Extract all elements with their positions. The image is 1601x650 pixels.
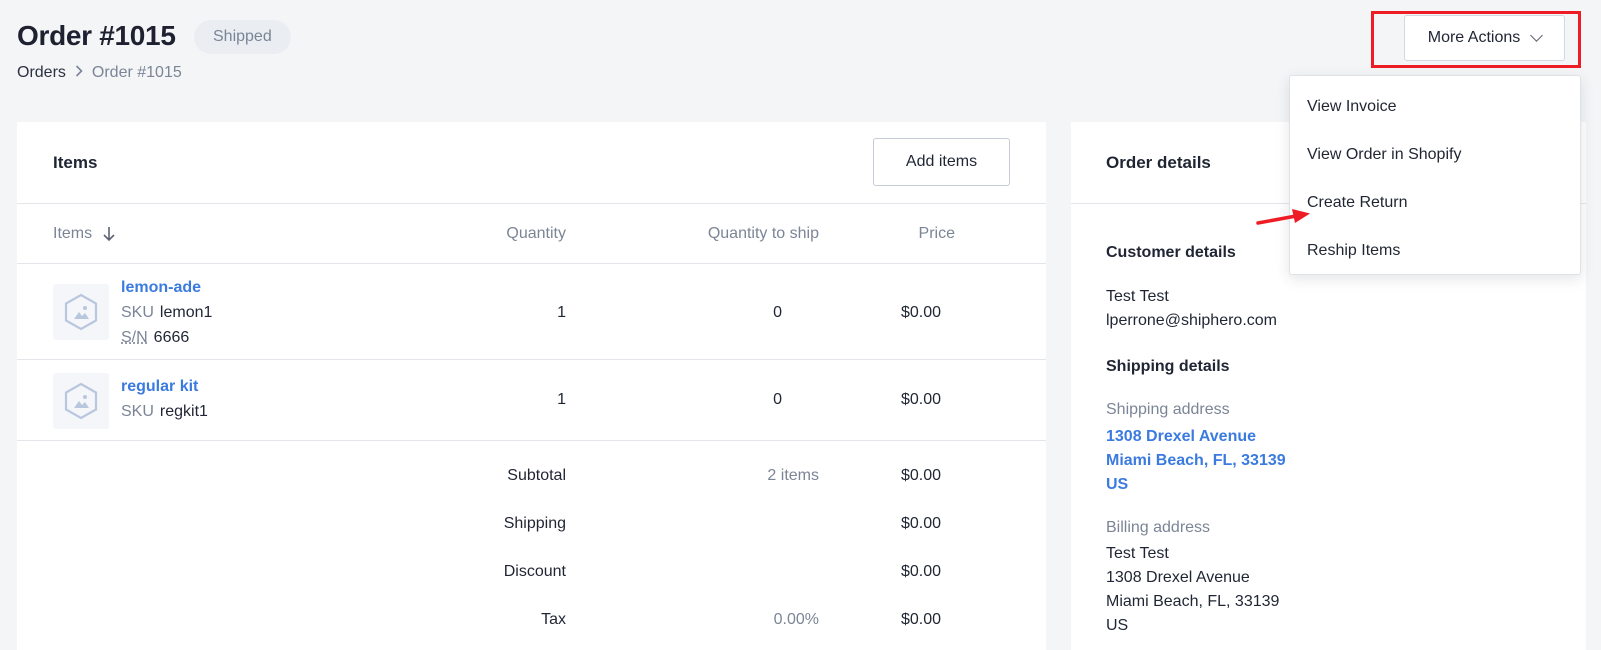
chevron-down-icon xyxy=(1530,29,1544,42)
status-badge: Shipped xyxy=(194,20,291,54)
customer-name: Test Test xyxy=(1106,288,1169,305)
tax-value: $0.00 xyxy=(900,611,941,628)
billing-address-line: US xyxy=(1106,617,1129,634)
items-card: Items Add items Items Quantity Quantity … xyxy=(17,122,1046,650)
sku-value: lemon1 xyxy=(159,304,213,321)
column-header-price: Price xyxy=(918,225,955,242)
table-row: lemon-ade SKU lemon1 S/N 6666 1 0 $0.00 xyxy=(17,264,1046,360)
shipping-address-line: 1308 Drexel Avenue xyxy=(1106,428,1257,445)
column-header-quantity: Quantity xyxy=(506,225,566,242)
page-title: Order #1015 xyxy=(17,20,176,51)
sn-key: S/N xyxy=(121,329,148,346)
product-image-placeholder-icon xyxy=(53,373,109,429)
shipping-details-heading: Shipping details xyxy=(1106,358,1230,375)
sn-value: 6666 xyxy=(153,329,190,346)
billing-address-line: Test Test xyxy=(1106,545,1169,562)
items-card-header: Items Add items xyxy=(17,122,1046,204)
subtotal-value: $0.00 xyxy=(900,467,941,484)
billing-address-line: Miami Beach, FL, 33139 xyxy=(1106,593,1280,610)
sku-key: SKU xyxy=(121,403,154,420)
item-quantity: 1 xyxy=(557,304,566,321)
item-sku: SKU lemon1 xyxy=(121,304,212,322)
item-price: $0.00 xyxy=(900,391,941,408)
column-header-items[interactable]: Items xyxy=(53,225,116,243)
tax-label: Tax xyxy=(541,611,566,628)
item-name-link[interactable]: regular kit xyxy=(121,378,198,396)
shipping-label: Shipping xyxy=(503,515,566,532)
add-items-button[interactable]: Add items xyxy=(873,138,1010,186)
billing-address: Test Test 1308 Drexel Avenue Miami Beach… xyxy=(1106,542,1279,638)
shipping-value: $0.00 xyxy=(900,515,941,532)
product-image-placeholder-icon xyxy=(53,284,109,340)
shipping-address-line: US xyxy=(1106,476,1129,493)
item-name-link[interactable]: lemon-ade xyxy=(121,279,201,297)
discount-label: Discount xyxy=(503,563,566,580)
sku-value: regkit1 xyxy=(159,403,208,420)
menu-item-view-invoice[interactable]: View Invoice xyxy=(1307,98,1397,116)
discount-value: $0.00 xyxy=(900,563,941,580)
more-actions-button[interactable]: More Actions xyxy=(1404,15,1565,61)
more-actions-dropdown: View Invoice View Order in Shopify Creat… xyxy=(1289,75,1581,275)
customer-details-heading: Customer details xyxy=(1106,244,1236,261)
item-sku: SKU regkit1 xyxy=(121,403,208,421)
menu-item-view-order-in-shopify[interactable]: View Order in Shopify xyxy=(1307,146,1461,164)
more-actions-label: More Actions xyxy=(1427,29,1521,46)
subtotal-item-count: 2 items xyxy=(767,467,819,484)
shipping-address-line: Miami Beach, FL, 33139 xyxy=(1106,452,1286,469)
annotation-arrow-icon xyxy=(1256,209,1310,225)
table-row: regular kit SKU regkit1 1 0 $0.00 xyxy=(17,360,1046,441)
sku-key: SKU xyxy=(121,304,154,321)
breadcrumb: Orders Order #1015 xyxy=(17,64,182,82)
shipping-address-link[interactable]: 1308 Drexel Avenue Miami Beach, FL, 3313… xyxy=(1106,425,1286,497)
subtotal-label: Subtotal xyxy=(507,467,566,484)
item-quantity-to-ship: 0 xyxy=(773,304,782,321)
column-header-quantity-to-ship: Quantity to ship xyxy=(707,225,819,242)
shipping-address-label: Shipping address xyxy=(1106,401,1230,418)
menu-item-reship-items[interactable]: Reship Items xyxy=(1307,242,1400,260)
item-price: $0.00 xyxy=(900,304,941,321)
customer-email: lperrone@shiphero.com xyxy=(1106,312,1277,329)
chevron-right-icon xyxy=(75,64,83,82)
item-quantity-to-ship: 0 xyxy=(773,391,782,408)
item-serial-number: S/N 6666 xyxy=(121,329,189,347)
items-card-title: Items xyxy=(53,153,98,172)
breadcrumb-current: Order #1015 xyxy=(91,64,182,81)
sort-arrow-down-icon xyxy=(103,227,115,242)
billing-address-line: 1308 Drexel Avenue xyxy=(1106,569,1250,586)
billing-address-label: Billing address xyxy=(1106,519,1211,536)
menu-item-create-return[interactable]: Create Return xyxy=(1307,194,1408,212)
breadcrumb-orders-link[interactable]: Orders xyxy=(17,64,66,82)
order-totals: Subtotal 2 items $0.00 Shipping $0.00 Di… xyxy=(17,441,1046,650)
tax-rate: 0.00% xyxy=(773,611,819,628)
items-table-header: Items Quantity Quantity to ship Price xyxy=(17,204,1046,264)
order-details-title: Order details xyxy=(1106,153,1211,172)
column-header-items-label: Items xyxy=(53,225,93,242)
item-quantity: 1 xyxy=(557,391,566,408)
